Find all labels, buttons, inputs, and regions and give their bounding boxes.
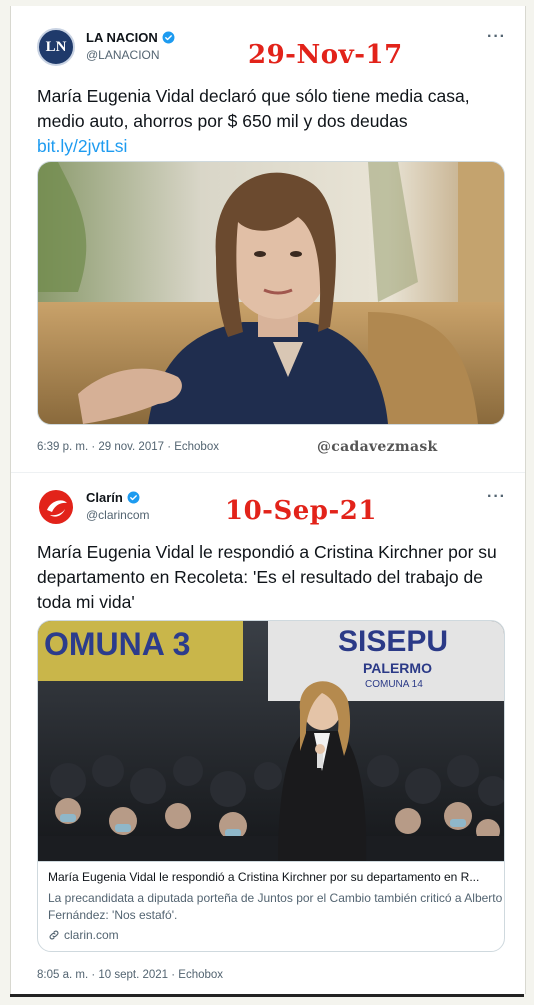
banner-right-sub2: COMUNA 14 [365,679,423,690]
tweet-timestamp[interactable]: 6:39 p. m. · 29 nov. 2017 · Echobox [37,441,219,453]
photo-vidal-interview [38,162,504,424]
card-domain[interactable]: clarin.com [48,928,119,942]
author-name[interactable]: LA NACION [86,30,175,45]
more-options-icon[interactable]: ··· [487,28,506,46]
verified-badge-icon [127,491,140,504]
avatar-initials: LN [45,38,67,55]
card-domain-text: clarin.com [64,928,119,942]
banner-right-text: SISEPU [338,625,448,658]
tweet-text: María Eugenia Vidal le respondió a Crist… [37,542,497,612]
date-overlay: 10-Sep-21 [225,496,377,526]
tweet-text-content: María Eugenia Vidal declaró que sólo tie… [37,86,470,131]
author-name-text: Clarín [86,490,123,505]
clarin-avatar[interactable] [37,488,75,526]
photo-vidal-event: OMUNA 3 SISEPU PALERMO COMUNA 14 [38,621,504,861]
tweet-link[interactable]: bit.ly/2jvtLsi [37,136,127,156]
link-card[interactable]: OMUNA 3 SISEPU PALERMO COMUNA 14 María E… [37,620,505,952]
author-handle[interactable]: @LANACION [86,48,160,62]
author-name[interactable]: Clarín [86,490,140,505]
tweet-timestamp[interactable]: 8:05 a. m. · 10 sept. 2021 · Echobox [37,969,223,981]
bottom-border [10,994,524,997]
card-title[interactable]: María Eugenia Vidal le respondió a Crist… [48,870,479,884]
tweet-lanacion[interactable]: LN LA NACION @LANACION 29-Nov-17 ··· Mar… [11,6,525,476]
card-description: La precandidata a diputada porteña de Ju… [48,891,503,922]
tweet-divider [11,472,525,473]
verified-badge-icon [162,31,175,44]
screenshot-frame: LN LA NACION @LANACION 29-Nov-17 ··· Mar… [10,6,526,994]
card-footer: María Eugenia Vidal le respondió a Crist… [38,861,504,951]
more-options-icon[interactable]: ··· [487,488,506,506]
tweet-photo[interactable] [37,161,505,425]
tweet-text: María Eugenia Vidal declaró que sólo tie… [37,84,517,159]
date-overlay: 29-Nov-17 [248,40,403,70]
banner-right-sub: PALERMO [363,660,432,676]
tweet-clarin[interactable]: Clarín @clarincom 10-Sep-21 ··· María Eu… [11,476,525,991]
clarin-logo-icon [39,490,73,524]
author-name-text: LA NACION [86,30,158,45]
author-handle[interactable]: @clarincom [86,508,150,522]
lanacion-avatar[interactable]: LN [37,28,75,66]
watermark: @cadavezmask [317,439,438,455]
banner-left-text: OMUNA 3 [44,626,190,662]
link-icon [49,930,59,940]
